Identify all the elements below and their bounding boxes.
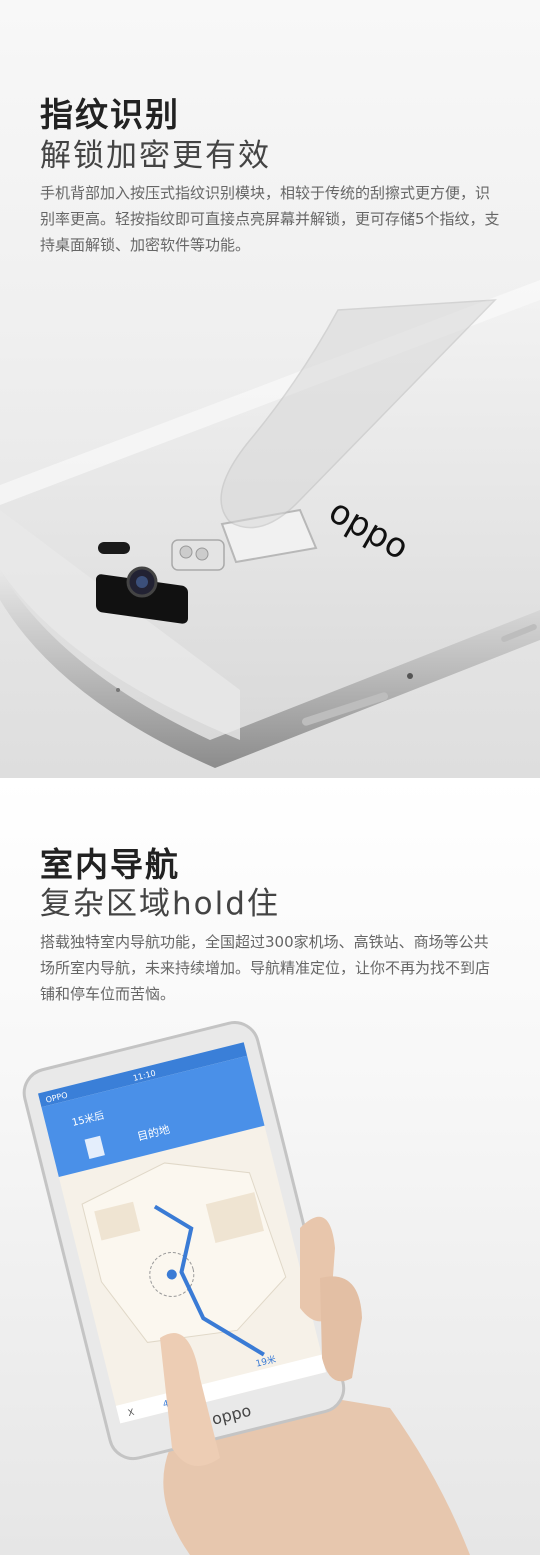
- navigation-subtitle: 复杂区域hold住: [40, 886, 280, 922]
- navigation-description: 搭载独特室内导航功能，全国超过300家机场、高铁站、商场等公共场所室内导航，未来…: [40, 933, 491, 1003]
- fingerprint-title: 指纹识别: [40, 95, 180, 134]
- fingerprint-description: 手机背部加入按压式指纹识别模块，相较于传统的刮擦式更方便，识别率更高。轻按指纹即…: [40, 184, 500, 254]
- navigation-section: 室内导航 复杂区域hold住 搭载独特室内导航功能，全国超过300家机场、高铁站…: [0, 778, 540, 1555]
- finger-illustration-2: [320, 1276, 362, 1382]
- fingerprint-subtitle: 解锁加密更有效: [40, 138, 271, 174]
- phone-in-hand-illustration: OPPO 11:10 15米后 目的地 19米 X 4分钟 oppo: [22, 1021, 471, 1555]
- fingerprint-section: 指纹识别 解锁加密更有效 手机背部加入按压式指纹识别模块，相较于传统的刮擦式更方…: [0, 0, 540, 778]
- phone-back-illustration: oppo: [0, 280, 540, 768]
- flash-icon: [98, 542, 130, 554]
